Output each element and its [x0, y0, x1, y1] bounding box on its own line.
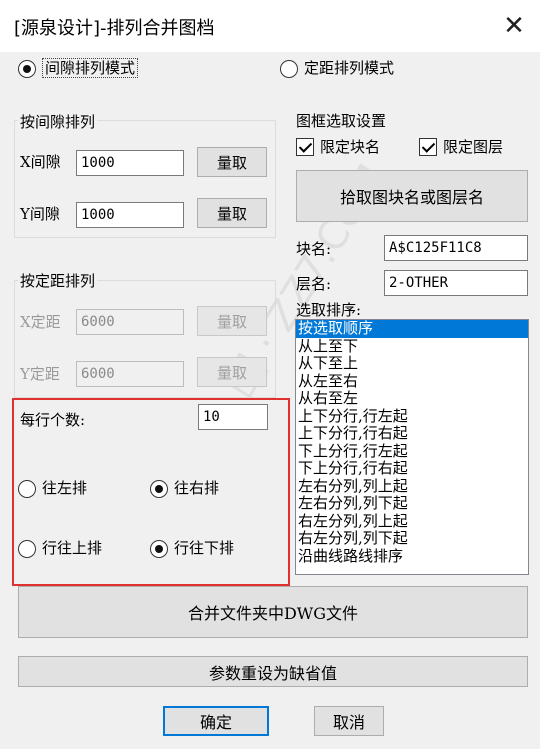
to-right-label: 往右排 — [174, 479, 220, 497]
y-distance-measure-button[interactable]: 量取 — [197, 357, 267, 387]
sort-option[interactable]: 左右分列,列下起 — [296, 494, 528, 513]
y-gap-measure-button[interactable]: 量取 — [197, 198, 267, 228]
to-left-radio[interactable] — [18, 480, 36, 498]
sort-order-list[interactable]: 按选取顺序 从上至下 从下至上 从左至右 从右至左 上下分行,行左起 上下分行,… — [295, 319, 529, 575]
x-gap-input[interactable]: 1000 — [76, 150, 184, 176]
limit-layer-checkbox[interactable] — [419, 138, 437, 156]
x-distance-input[interactable]: 6000 — [76, 309, 184, 335]
merge-dwg-button[interactable]: 合并文件夹中DWG文件 — [18, 586, 528, 638]
limit-block-checkbox[interactable] — [296, 138, 314, 156]
row-up-label: 行往上排 — [42, 539, 103, 557]
per-row-label: 每行个数: — [20, 411, 86, 429]
to-left-label: 往左排 — [42, 479, 88, 497]
sort-option[interactable]: 右左分列,列上起 — [296, 512, 528, 531]
frame-select-title: 图框选取设置 — [296, 112, 387, 130]
pick-block-layer-button[interactable]: 拾取图块名或图层名 — [296, 170, 528, 222]
sort-option[interactable]: 上下分行,行右起 — [296, 424, 528, 443]
y-distance-label: Y定距 — [20, 365, 60, 383]
distance-group-title: 按定距排列 — [18, 271, 98, 291]
layer-name-label: 层名: — [296, 275, 332, 293]
sort-option[interactable]: 下上分行,行右起 — [296, 459, 528, 478]
sort-option[interactable]: 从上至下 — [296, 337, 528, 356]
sort-option[interactable]: 沿曲线路线排序 — [296, 547, 528, 566]
row-up-radio[interactable] — [18, 540, 36, 558]
x-distance-measure-button[interactable]: 量取 — [197, 306, 267, 336]
block-name-label: 块名: — [296, 240, 332, 258]
close-icon[interactable]: ✕ — [500, 12, 528, 40]
row-down-radio[interactable] — [150, 540, 168, 558]
limit-block-label: 限定块名 — [320, 138, 381, 156]
ok-button[interactable]: 确定 — [163, 706, 269, 736]
y-distance-input[interactable]: 6000 — [76, 361, 184, 387]
to-right-radio[interactable] — [150, 480, 168, 498]
sort-option[interactable]: 左右分列,列上起 — [296, 477, 528, 496]
reset-defaults-button[interactable]: 参数重设为缺省值 — [18, 656, 528, 687]
distance-mode-label: 定距排列模式 — [304, 59, 395, 77]
sort-order-label: 选取排序: — [296, 301, 362, 319]
per-row-input[interactable]: 10 — [198, 404, 268, 430]
sort-option[interactable]: 按选取顺序 — [296, 320, 528, 338]
distance-mode-radio[interactable] — [280, 60, 298, 78]
x-gap-label: X间隙 — [20, 153, 61, 171]
sort-option[interactable]: 从左至右 — [296, 372, 528, 391]
gap-mode-radio[interactable] — [18, 60, 36, 78]
gap-group-title: 按间隙排列 — [18, 112, 98, 132]
sort-option[interactable]: 从右至左 — [296, 389, 528, 408]
row-down-label: 行往下排 — [174, 539, 235, 557]
limit-layer-label: 限定图层 — [443, 138, 504, 156]
sort-option[interactable]: 从下至上 — [296, 354, 528, 373]
y-gap-label: Y间隙 — [20, 205, 60, 223]
sort-option[interactable]: 下上分行,行左起 — [296, 442, 528, 461]
x-distance-label: X定距 — [20, 313, 61, 331]
gap-mode-label: 间隙排列模式 — [42, 58, 139, 78]
window-title: [源泉设计]-排列合并图档 — [14, 18, 215, 39]
layer-name-input[interactable]: 2-OTHER — [384, 270, 528, 296]
block-name-input[interactable]: A$C125F11C8 — [384, 235, 528, 261]
sort-option[interactable]: 右左分列,列下起 — [296, 529, 528, 548]
sort-option[interactable]: 上下分行,行左起 — [296, 407, 528, 426]
cancel-button[interactable]: 取消 — [314, 706, 384, 736]
x-gap-measure-button[interactable]: 量取 — [197, 147, 267, 177]
y-gap-input[interactable]: 1000 — [76, 202, 184, 228]
